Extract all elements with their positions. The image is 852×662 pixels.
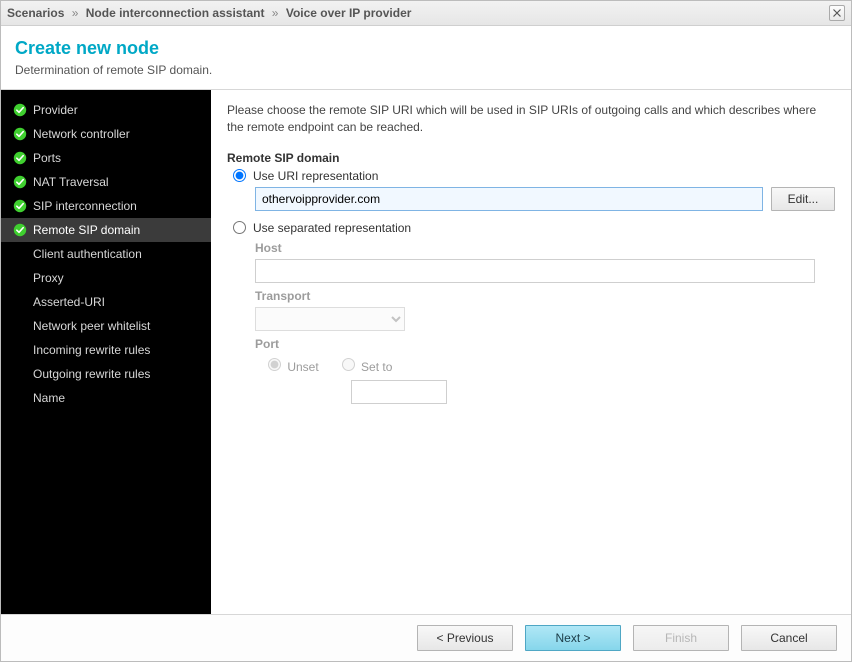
wizard-window: Scenarios » Node interconnection assista… xyxy=(0,0,852,662)
empty-icon xyxy=(13,319,27,333)
port-input-wrap xyxy=(351,380,835,404)
close-icon xyxy=(833,9,841,17)
sidebar-item-label: Network controller xyxy=(33,127,130,141)
check-icon xyxy=(13,151,27,165)
sidebar-item-label: NAT Traversal xyxy=(33,175,109,189)
sidebar-item-asserted-uri[interactable]: Asserted-URI xyxy=(1,290,211,314)
check-icon xyxy=(13,199,27,213)
wizard-footer: < Previous Next > Finish Cancel xyxy=(1,614,851,661)
empty-icon xyxy=(13,271,27,285)
titlebar: Scenarios » Node interconnection assista… xyxy=(1,1,851,26)
breadcrumb-sep: » xyxy=(68,6,83,20)
window-close-button[interactable] xyxy=(829,5,845,21)
sidebar-item-sip-interconnection[interactable]: SIP interconnection xyxy=(1,194,211,218)
uri-input-row: Edit... xyxy=(255,187,835,211)
sidebar-item-label: Outgoing rewrite rules xyxy=(33,367,150,381)
edit-uri-button[interactable]: Edit... xyxy=(771,187,835,211)
radio-use-uri[interactable] xyxy=(233,169,246,182)
breadcrumb-part: Voice over IP provider xyxy=(286,6,412,20)
radio-use-separated-row[interactable]: Use separated representation xyxy=(233,221,835,235)
check-icon xyxy=(13,127,27,141)
empty-icon xyxy=(13,247,27,261)
sidebar-item-label: SIP interconnection xyxy=(33,199,137,213)
sidebar-item-ports[interactable]: Ports xyxy=(1,146,211,170)
instruction-text: Please choose the remote SIP URI which w… xyxy=(227,102,835,137)
radio-use-uri-row[interactable]: Use URI representation xyxy=(233,169,835,183)
port-setto-option[interactable]: Set to xyxy=(337,355,393,374)
sidebar-item-proxy[interactable]: Proxy xyxy=(1,266,211,290)
breadcrumb-part: Node interconnection assistant xyxy=(86,6,265,20)
transport-block: Transport xyxy=(255,289,835,331)
page-title: Create new node xyxy=(15,38,837,59)
sidebar-item-remote-sip-domain[interactable]: Remote SIP domain xyxy=(1,218,211,242)
content-pane: Please choose the remote SIP URI which w… xyxy=(211,90,851,614)
radio-use-uri-label: Use URI representation xyxy=(253,169,378,183)
sidebar-item-client-authentication[interactable]: Client authentication xyxy=(1,242,211,266)
sidebar-item-name[interactable]: Name xyxy=(1,386,211,410)
header-area: Create new node Determination of remote … xyxy=(1,26,851,90)
sidebar-item-label: Proxy xyxy=(33,271,64,285)
section-label-remote-sip-domain: Remote SIP domain xyxy=(227,151,835,165)
breadcrumb-part: Scenarios xyxy=(7,6,64,20)
host-label: Host xyxy=(255,241,835,255)
cancel-button[interactable]: Cancel xyxy=(741,625,837,651)
sidebar-item-incoming-rewrite-rules[interactable]: Incoming rewrite rules xyxy=(1,338,211,362)
empty-icon xyxy=(13,367,27,381)
host-block: Host xyxy=(255,241,835,283)
wizard-steps-sidebar: Provider Network controller Ports NAT Tr… xyxy=(1,90,211,614)
sidebar-item-network-peer-whitelist[interactable]: Network peer whitelist xyxy=(1,314,211,338)
sidebar-item-label: Network peer whitelist xyxy=(33,319,150,333)
port-input[interactable] xyxy=(351,380,447,404)
radio-use-separated-label: Use separated representation xyxy=(253,221,411,235)
empty-icon xyxy=(13,295,27,309)
radio-use-separated[interactable] xyxy=(233,221,246,234)
port-row: Unset Set to xyxy=(263,355,835,374)
port-unset-label: Unset xyxy=(287,360,318,374)
next-button[interactable]: Next > xyxy=(525,625,621,651)
empty-icon xyxy=(13,343,27,357)
empty-icon xyxy=(13,391,27,405)
port-setto-label: Set to xyxy=(361,360,392,374)
sidebar-item-label: Remote SIP domain xyxy=(33,223,140,237)
sidebar-item-provider[interactable]: Provider xyxy=(1,98,211,122)
sidebar-item-network-controller[interactable]: Network controller xyxy=(1,122,211,146)
radio-port-setto[interactable] xyxy=(342,358,355,371)
sidebar-item-nat-traversal[interactable]: NAT Traversal xyxy=(1,170,211,194)
transport-select[interactable] xyxy=(255,307,405,331)
port-label: Port xyxy=(255,337,835,351)
sidebar-item-outgoing-rewrite-rules[interactable]: Outgoing rewrite rules xyxy=(1,362,211,386)
port-unset-option[interactable]: Unset xyxy=(263,355,319,374)
check-icon xyxy=(13,103,27,117)
sidebar-item-label: Client authentication xyxy=(33,247,142,261)
sidebar-item-label: Asserted-URI xyxy=(33,295,105,309)
host-input[interactable] xyxy=(255,259,815,283)
check-icon xyxy=(13,223,27,237)
body-area: Provider Network controller Ports NAT Tr… xyxy=(1,90,851,614)
transport-label: Transport xyxy=(255,289,835,303)
uri-input[interactable] xyxy=(255,187,763,211)
page-subtitle: Determination of remote SIP domain. xyxy=(15,63,837,77)
finish-button[interactable]: Finish xyxy=(633,625,729,651)
sidebar-item-label: Ports xyxy=(33,151,61,165)
check-icon xyxy=(13,175,27,189)
breadcrumb-sep: » xyxy=(268,6,283,20)
port-block: Port Unset Set to xyxy=(255,337,835,404)
previous-button[interactable]: < Previous xyxy=(417,625,513,651)
sidebar-item-label: Name xyxy=(33,391,65,405)
sidebar-item-label: Provider xyxy=(33,103,78,117)
breadcrumb: Scenarios » Node interconnection assista… xyxy=(7,6,411,20)
sidebar-item-label: Incoming rewrite rules xyxy=(33,343,150,357)
radio-port-unset[interactable] xyxy=(268,358,281,371)
